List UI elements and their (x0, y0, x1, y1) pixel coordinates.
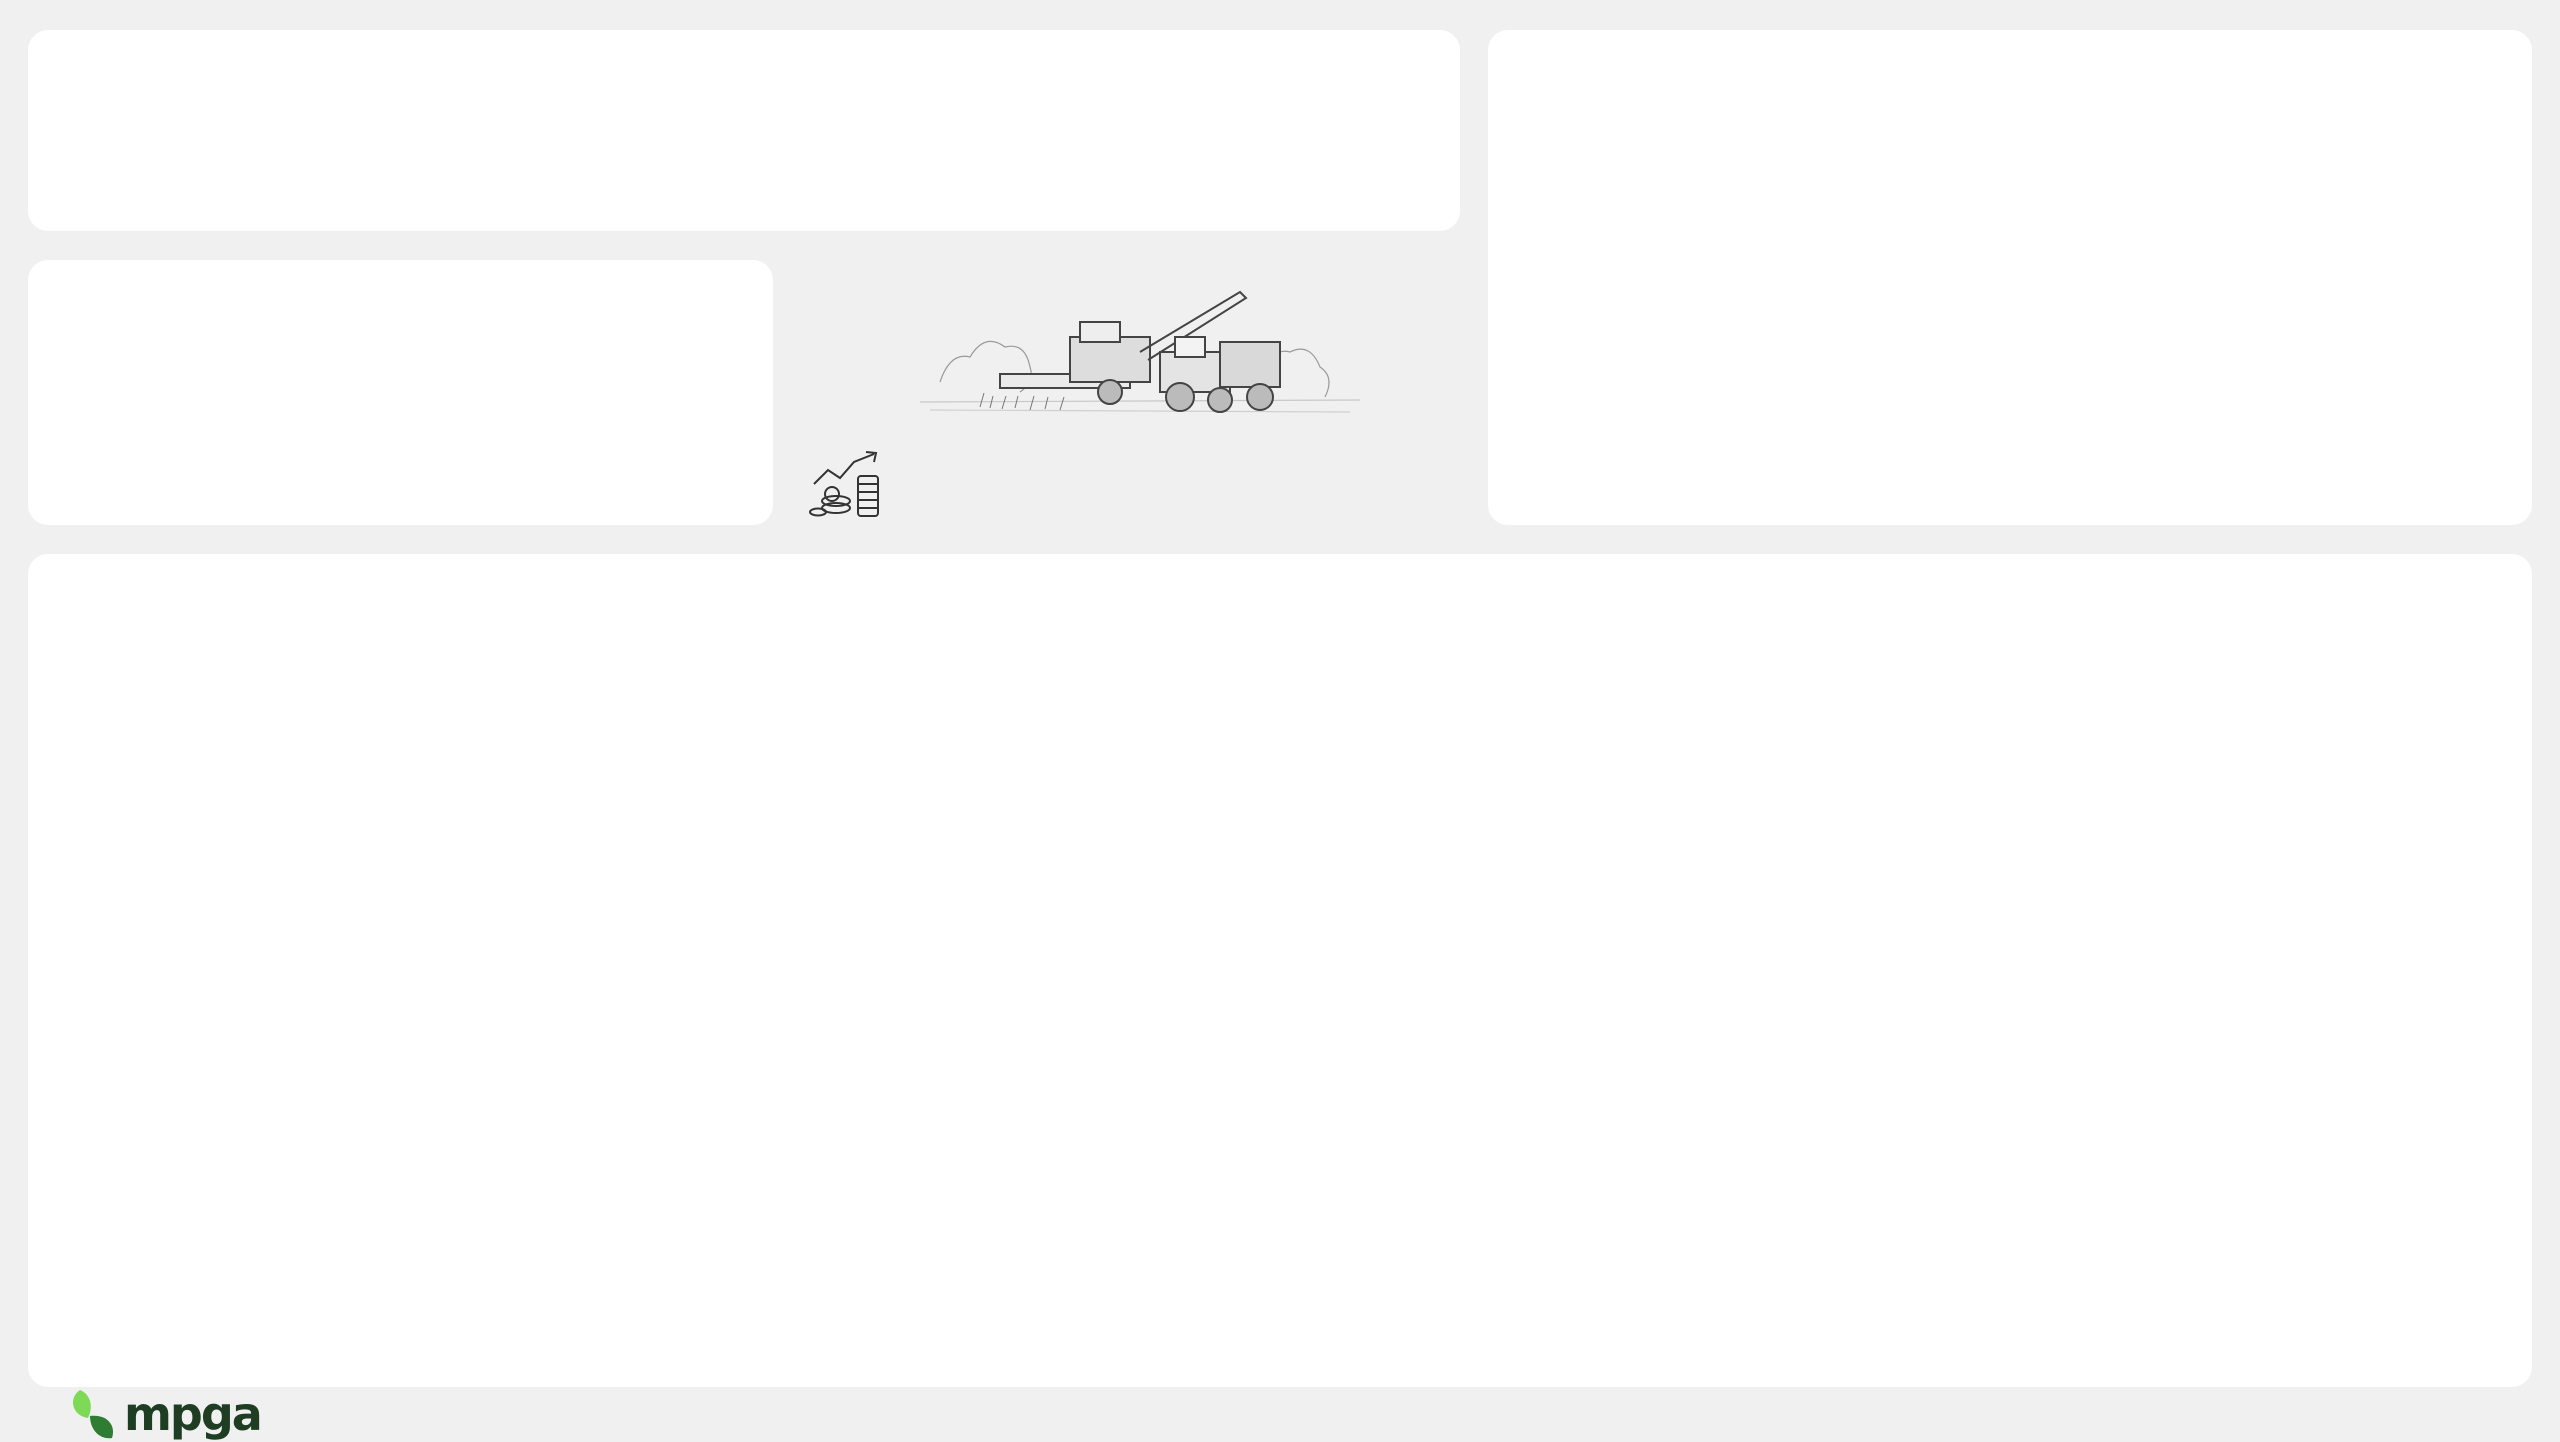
harvester-illustration (920, 290, 1360, 413)
leaf-logo-icon (73, 1390, 114, 1439)
coins-growth-chart-icon (809, 451, 879, 517)
brand-logo: mpga (66, 1386, 263, 1442)
mid-left-panel (28, 260, 773, 525)
top-left-panel (28, 30, 1460, 231)
right-panel (1488, 30, 2532, 525)
brand-name: mpga (124, 1387, 263, 1441)
bottom-panel (28, 554, 2532, 1387)
